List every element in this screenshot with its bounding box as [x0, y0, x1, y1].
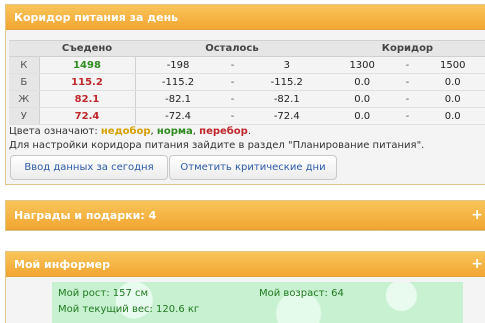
legend-dot: .: [247, 126, 251, 137]
expand-icon[interactable]: +: [471, 252, 483, 277]
remaining-separator: -: [220, 73, 245, 91]
legend-comma: ,: [150, 126, 154, 137]
header-remaining: Осталось: [135, 40, 329, 57]
remaining-from: -72.4: [135, 107, 221, 125]
remaining-separator: -: [220, 56, 245, 74]
corridor-to: 0.0: [419, 90, 485, 108]
row-label: У: [9, 107, 40, 125]
header-corner: [9, 40, 39, 57]
eaten-value: 82.1: [39, 90, 136, 108]
row-label: К: [9, 56, 40, 74]
expand-icon[interactable]: +: [471, 201, 483, 230]
corridor-separator: -: [395, 90, 420, 108]
corridor-from: 1300: [328, 56, 396, 74]
table-header-row: Съедено Осталось Коридор: [9, 40, 485, 57]
corridor-table: Съедено Осталось Коридор К 1498 -198 - 3…: [9, 40, 485, 125]
corridor-from: 0.0: [328, 73, 396, 91]
corridor-separator: -: [395, 73, 420, 91]
corridor-panel: Коридор питания за день Съедено Осталось…: [5, 4, 485, 185]
remaining-from: -82.1: [135, 90, 221, 108]
legend-under: недобор: [100, 126, 151, 137]
enter-today-data-button[interactable]: Ввод данных за сегодня: [10, 155, 168, 180]
remaining-from: -115.2: [135, 73, 221, 91]
table-row: Ж 82.1 -82.1 - -82.1 0.0 - 0.0: [9, 90, 485, 108]
legend-comma: ,: [192, 126, 196, 137]
remaining-to: -82.1: [244, 90, 329, 108]
rewards-panel-header[interactable]: Награды и подарки: 4 +: [6, 201, 485, 230]
mark-critical-days-button[interactable]: Отметить критические дни: [169, 155, 337, 180]
corridor-separator: -: [395, 107, 420, 125]
settings-note: Для настройки коридора питания зайдите в…: [9, 140, 425, 151]
weight-text: Мой текущий вес: 120.6 кг: [58, 304, 200, 315]
row-label: Ж: [9, 90, 40, 108]
table-row: Б 115.2 -115.2 - -115.2 0.0 - 0.0: [9, 73, 485, 91]
table-row: К 1498 -198 - 3 1300 - 1500: [9, 56, 485, 74]
height-text: Мой рост: 157 см: [58, 288, 149, 299]
informer-panel-title: Мой информер: [14, 258, 111, 271]
color-legend: Цвета означают: недобор, норма, перебор.: [9, 126, 251, 137]
corridor-to: 0.0: [419, 73, 485, 91]
corridor-panel-header: Коридор питания за день: [6, 5, 485, 30]
eaten-value: 72.4: [39, 107, 136, 125]
informer-panel-header[interactable]: Мой информер +: [6, 252, 485, 277]
corridor-panel-title: Коридор питания за день: [14, 11, 179, 24]
remaining-to: -72.4: [244, 107, 329, 125]
eaten-value: 115.2: [39, 73, 136, 91]
rewards-panel-title: Награды и подарки: 4: [14, 209, 157, 222]
corridor-from: 0.0: [328, 90, 396, 108]
informer-panel: Мой информер + Мой рост: 157 см Мой возр…: [5, 251, 485, 323]
informer-widget: Мой рост: 157 см Мой возраст: 64 Мой тек…: [52, 282, 463, 323]
eaten-value: 1498: [39, 56, 136, 74]
remaining-separator: -: [220, 90, 245, 108]
remaining-from: -198: [135, 56, 221, 74]
table-row: У 72.4 -72.4 - -72.4 0.0 - 0.0: [9, 107, 485, 125]
header-corridor: Коридор: [328, 40, 485, 57]
legend-over: перебор: [199, 126, 248, 137]
corridor-separator: -: [395, 56, 420, 74]
remaining-separator: -: [220, 107, 245, 125]
remaining-to: 3: [244, 56, 329, 74]
remaining-to: -115.2: [244, 73, 329, 91]
corridor-from: 0.0: [328, 107, 396, 125]
header-eaten: Съедено: [39, 40, 135, 57]
legend-norm: норма: [156, 126, 193, 137]
age-text: Мой возраст: 64: [259, 288, 344, 299]
corridor-to: 0.0: [419, 107, 485, 125]
corridor-to: 1500: [419, 56, 485, 74]
row-label: Б: [9, 73, 40, 91]
legend-prefix: Цвета означают:: [9, 126, 98, 137]
rewards-panel[interactable]: Награды и подарки: 4 +: [5, 200, 485, 231]
